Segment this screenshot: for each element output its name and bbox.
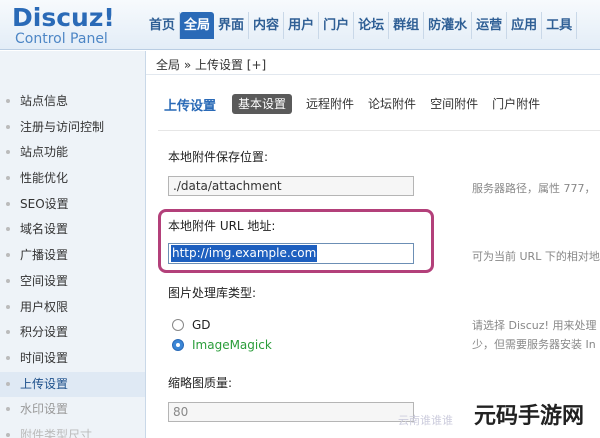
thumb-quality-input[interactable]: 80 [168, 402, 414, 422]
breadcrumb-bar: 全局 » 上传设置 [+] [146, 51, 600, 75]
topnav-item[interactable]: 工具 [542, 12, 578, 39]
sidebar-item[interactable]: 上传设置 [0, 371, 145, 398]
topnav-item[interactable]: 用户 [284, 12, 320, 39]
discuz-logo[interactable]: Discuz! Control Panel [12, 3, 142, 47]
storage-path-input[interactable]: ./data/attachment [168, 176, 414, 196]
top-nav: 首页 全局 界面 内容 用户 门户 论坛 群组 防灌水 运营 应用 工具 [145, 12, 578, 39]
sidebar-item[interactable]: 空间设置 [0, 269, 145, 295]
sidebar-item[interactable]: 站点功能 [0, 140, 145, 166]
sidebar-item[interactable]: 附件类型尺寸 [0, 423, 145, 438]
radio-circle-imagemagick[interactable] [172, 339, 184, 351]
radio-label-gd: GD [192, 318, 211, 332]
sidebar-item[interactable]: 时间设置 [0, 346, 145, 372]
logo-title: Discuz! [12, 3, 115, 32]
site-watermark: 元码手游网 [474, 404, 585, 429]
radio-circle-gd[interactable] [172, 319, 184, 331]
sidebar-item[interactable]: 性能优化 [0, 166, 145, 192]
radio-imagemagick[interactable]: ImageMagick [172, 338, 272, 352]
tab-item[interactable]: 论坛附件 [368, 94, 416, 114]
tab-item[interactable]: 空间附件 [430, 94, 478, 114]
logo-subtitle: Control Panel [15, 31, 108, 47]
topnav-item[interactable]: 运营 [472, 12, 508, 39]
storage-path-label: 本地附件保存位置: [168, 150, 269, 164]
url-input-value: http://img.example.com [171, 245, 318, 262]
topnav-item[interactable]: 群组 [389, 12, 425, 39]
topnav-item[interactable]: 防灌水 [424, 12, 473, 39]
watermark-faint: 云南谁谁谁 [398, 414, 453, 427]
top-header: Discuz! Control Panel 首页 全局 界面 内容 用户 门户 论坛 群组 防灌… [0, 0, 600, 50]
breadcrumb[interactable]: 全局 » 上传设置 [+] [156, 56, 266, 73]
divider [158, 130, 600, 131]
url-input[interactable]: http://img.example.com [168, 243, 414, 264]
admin-panel: Discuz! Control Panel 首页 全局 界面 内容 用户 门户 论坛 群组 防灌… [0, 0, 600, 438]
radio-gd[interactable]: GD [172, 318, 211, 332]
radio-label-imagemagick: ImageMagick [192, 338, 272, 352]
sidebar-item[interactable]: 水印设置 [0, 397, 145, 423]
sidebar-menu: 站点信息 注册与访问控制 站点功能 性能优化 SEO设置 域名设置 广播设置 空间设置 用户权限… [0, 51, 145, 438]
tab-item[interactable]: 远程附件 [306, 94, 354, 114]
url-label: 本地附件 URL 地址: [168, 219, 276, 233]
image-lib-hint-2: 少，但需要服务器安装 In [472, 338, 596, 351]
tab-item[interactable]: 基本设置 [232, 94, 293, 114]
topnav-item[interactable]: 应用 [507, 12, 543, 39]
sidebar-item[interactable]: 用户权限 [0, 295, 145, 321]
sidebar-item[interactable]: 站点信息 [0, 89, 145, 115]
sidebar: 站点信息 注册与访问控制 站点功能 性能优化 SEO设置 域名设置 广播设置 空间设置 用户权限… [0, 51, 146, 438]
topnav-item[interactable]: 全局 [180, 12, 215, 39]
topnav-item[interactable]: 首页 [145, 12, 181, 39]
url-hint: 可为当前 URL 下的相对地 [472, 250, 600, 263]
sidebar-item[interactable]: 广播设置 [0, 243, 145, 269]
storage-path-hint: 服务器路径，属性 777， [472, 182, 596, 195]
section-title: 上传设置 [164, 98, 217, 114]
sidebar-item[interactable]: 注册与访问控制 [0, 115, 145, 141]
topnav-item[interactable]: 门户 [319, 12, 355, 39]
main-content: 上传设置 基本设置 远程附件 论坛附件 空间附件 门户附件 本地附件保存位置: ./da… [146, 76, 600, 438]
tab-item[interactable]: 门户附件 [492, 94, 540, 114]
topnav-item[interactable]: 论坛 [354, 12, 390, 39]
image-lib-label: 图片处理库类型: [168, 286, 257, 300]
sidebar-item[interactable]: SEO设置 [0, 192, 145, 218]
topnav-item[interactable]: 内容 [249, 12, 285, 39]
thumb-quality-label: 缩略图质量: [168, 376, 233, 390]
image-lib-hint-1: 请选择 Discuz! 用来处理 [472, 319, 597, 332]
sidebar-item[interactable]: 积分设置 [0, 320, 145, 346]
sidebar-item[interactable]: 域名设置 [0, 217, 145, 243]
topnav-item[interactable]: 界面 [214, 12, 250, 39]
settings-tabs: 上传设置 基本设置 远程附件 论坛附件 空间附件 门户附件 [164, 94, 554, 114]
